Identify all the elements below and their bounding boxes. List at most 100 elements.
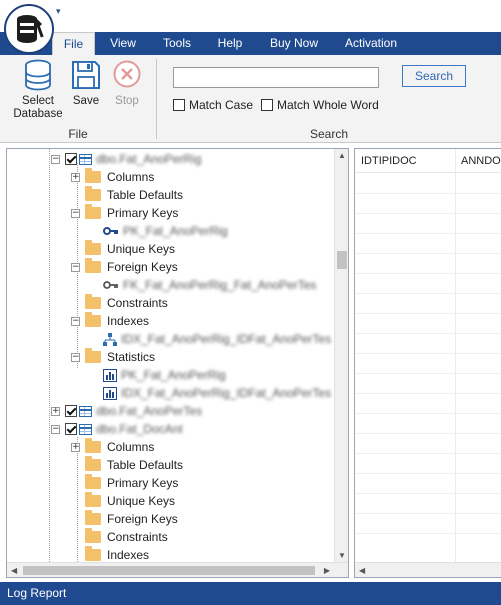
grid-horizontal-scrollbar[interactable]: ◀ <box>355 562 501 577</box>
scroll-down-icon[interactable]: ▼ <box>338 551 346 560</box>
tree-folder-node[interactable]: Foreign Keys <box>85 510 178 528</box>
menu-view[interactable]: View <box>102 32 144 55</box>
menu-tools[interactable]: Tools <box>154 32 200 55</box>
tree-table-node[interactable]: + dbo.Fat_AnoPerTes <box>51 402 202 420</box>
tree-folder-node[interactable]: − Statistics <box>71 348 155 366</box>
grid-row-line <box>355 433 501 434</box>
tree-leaf-node[interactable]: PK_Fat_AnoPerRig <box>103 366 226 384</box>
table-checkbox[interactable] <box>65 153 77 165</box>
folder-icon <box>85 348 101 363</box>
quick-access-dropdown-icon[interactable]: ▾ <box>56 6 61 17</box>
collapse-toggle[interactable]: − <box>71 316 80 326</box>
folder-icon <box>85 456 101 471</box>
tree-folder-node[interactable]: Table Defaults <box>85 456 183 474</box>
tree-node-label: dbo.Fat_DocAnt <box>96 422 183 436</box>
tree-node-label: dbo.Fat_AnoPerRig <box>96 152 202 166</box>
log-report-bar[interactable]: Log Report <box>0 582 501 605</box>
search-input[interactable] <box>173 67 379 88</box>
ribbon: Select Database Save Stop File Search Se… <box>0 55 501 143</box>
scroll-up-icon[interactable]: ▲ <box>338 151 346 160</box>
search-group-label: Search <box>309 127 349 141</box>
tree-leaf-node[interactable]: PK_Fat_AnoPerRig <box>103 222 228 240</box>
collapse-toggle[interactable]: − <box>71 352 80 362</box>
menu-activation[interactable]: Activation <box>336 32 406 55</box>
folder-icon <box>85 168 101 183</box>
tree-node-label: Columns <box>107 170 155 184</box>
match-whole-word-box[interactable] <box>261 99 273 111</box>
tree-folder-node[interactable]: Unique Keys <box>85 492 175 510</box>
expand-toggle[interactable]: + <box>71 442 80 452</box>
grid-row-line <box>355 353 501 354</box>
tree-node-label: PK_Fat_AnoPerRig <box>123 224 228 238</box>
stop-button[interactable]: Stop <box>110 59 144 108</box>
grid-column-header[interactable]: ANNDO <box>455 149 501 173</box>
tree-node-label: IDX_Fat_AnoPerRig_IDFat_AnoPerTes <box>121 332 332 346</box>
tree-horizontal-scrollbar[interactable]: ◀ ▶ <box>7 562 348 577</box>
grid-row-line <box>355 533 501 534</box>
scroll-right-icon[interactable]: ▶ <box>324 566 330 575</box>
match-whole-word-checkbox[interactable]: Match Whole Word <box>261 98 379 112</box>
match-whole-word-label: Match Whole Word <box>277 98 379 112</box>
data-grid-panel: IDTIPIDOC ANNDO ◀ <box>354 148 501 578</box>
save-button[interactable]: Save <box>70 59 102 108</box>
stop-icon <box>113 60 141 88</box>
menu-bar: File View Tools Help Buy Now Activation <box>0 32 501 55</box>
tree-folder-node[interactable]: Constraints <box>85 294 168 312</box>
select-database-label: Select Database <box>13 95 63 120</box>
folder-icon <box>85 474 101 489</box>
table-checkbox[interactable] <box>65 405 77 417</box>
tree-folder-node[interactable]: − Indexes <box>71 312 149 330</box>
select-database-button[interactable]: Select Database <box>12 59 64 121</box>
scroll-left-icon[interactable]: ◀ <box>359 566 365 575</box>
tree-folder-node[interactable]: Unique Keys <box>85 240 175 258</box>
collapse-toggle[interactable]: − <box>51 154 60 164</box>
menu-help[interactable]: Help <box>209 32 251 55</box>
match-case-checkbox[interactable]: Match Case <box>173 98 253 112</box>
grid-column-header[interactable]: IDTIPIDOC <box>355 149 417 173</box>
tree-table-node[interactable]: − dbo.Fat_AnoPerRig <box>51 150 201 168</box>
tree-folder-node[interactable]: + Columns <box>71 438 154 456</box>
tree-folder-node[interactable]: + Columns <box>71 168 154 186</box>
tree-leaf-node[interactable]: IDX_Fat_AnoPerRig_IDFat_AnoPerTes <box>103 330 331 348</box>
folder-icon <box>85 294 101 309</box>
table-icon <box>79 405 92 417</box>
file-group-label: File <box>68 127 88 141</box>
scroll-left-icon[interactable]: ◀ <box>11 566 17 575</box>
table-checkbox[interactable] <box>65 423 77 435</box>
tree-view[interactable]: − dbo.Fat_AnoPerRig + Columns Table Defa… <box>7 149 335 562</box>
tree-leaf-node[interactable]: FK_Fat_AnoPerRig_Fat_AnoPerTes <box>103 276 316 294</box>
tree-horizontal-scroll-thumb[interactable] <box>23 566 315 575</box>
collapse-toggle[interactable]: − <box>71 262 80 272</box>
grid-row-line <box>355 393 501 394</box>
search-button[interactable]: Search <box>402 65 466 87</box>
menu-buy-now[interactable]: Buy Now <box>262 32 326 55</box>
tree-vertical-scrollbar[interactable]: ▲ ▼ <box>334 149 348 562</box>
tree-vertical-scroll-thumb[interactable] <box>337 251 347 269</box>
tree-node-label: PK_Fat_AnoPerRig <box>121 368 226 382</box>
tree-table-node[interactable]: − dbo.Fat_DocAnt <box>51 420 183 438</box>
tree-folder-node[interactable]: Table Defaults <box>85 186 183 204</box>
tree-folder-node[interactable]: Constraints <box>85 528 168 546</box>
expand-toggle[interactable]: + <box>71 172 80 182</box>
folder-icon <box>85 438 101 453</box>
collapse-toggle[interactable]: − <box>51 424 60 434</box>
grid-row-line <box>355 293 501 294</box>
primary-key-icon <box>103 227 118 235</box>
grid-row-line <box>355 213 501 214</box>
tree-folder-node[interactable]: − Primary Keys <box>71 204 178 222</box>
folder-icon <box>85 204 101 219</box>
statistics-icon <box>103 368 117 382</box>
match-case-label: Match Case <box>189 98 254 112</box>
match-case-box[interactable] <box>173 99 185 111</box>
folder-icon <box>85 258 101 273</box>
collapse-toggle[interactable]: − <box>71 208 80 218</box>
menu-file[interactable]: File <box>52 32 95 55</box>
tree-folder-node[interactable]: Indexes <box>85 546 149 562</box>
tree-node-label: Indexes <box>107 314 150 328</box>
grid-row-line <box>355 193 501 194</box>
save-label: Save <box>72 95 100 107</box>
expand-toggle[interactable]: + <box>51 406 60 416</box>
tree-folder-node[interactable]: Primary Keys <box>85 474 178 492</box>
tree-folder-node[interactable]: − Foreign Keys <box>71 258 178 276</box>
tree-leaf-node[interactable]: IDX_Fat_AnoPerRig_IDFat_AnoPerTes <box>103 384 331 402</box>
